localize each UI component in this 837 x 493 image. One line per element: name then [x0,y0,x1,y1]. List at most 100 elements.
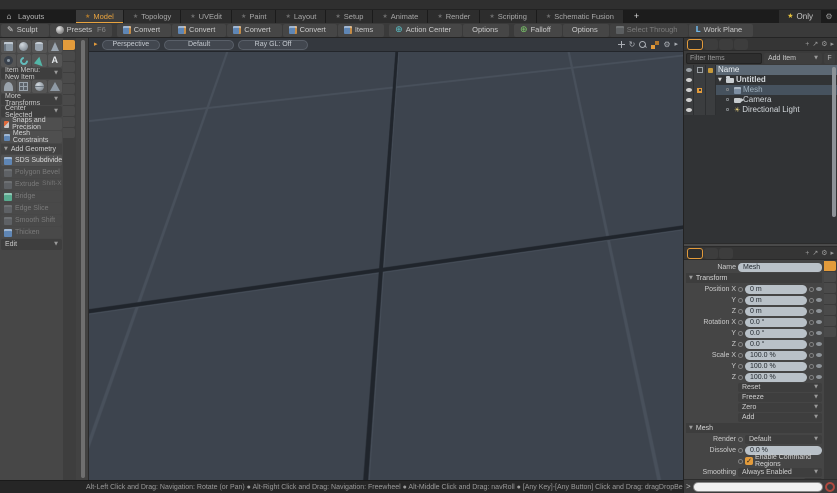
channel-eye-icon[interactable] [816,320,822,324]
more-transforms-dropdown[interactable]: More Transforms [1,94,62,105]
scene-tab[interactable] [704,39,718,50]
name-field[interactable]: Mesh [738,263,822,272]
toolbar-button[interactable]: Falloff [514,24,562,37]
properties-side-tab[interactable] [824,261,836,271]
primitive-button[interactable] [1,80,16,93]
transform-action-dropdown[interactable]: Reset [738,383,822,392]
channel-reset-dot[interactable] [738,331,743,336]
toolbar-button[interactable]: Presets F6 [50,24,112,37]
channel-reset-dot[interactable] [738,342,743,347]
item-row[interactable]: Camera [684,95,837,105]
primitive-button[interactable] [1,54,16,67]
toolbar-button[interactable]: Options [463,24,509,37]
sidebar-tab[interactable] [63,62,75,72]
expander-icon[interactable] [726,108,732,113]
toolbar-button[interactable]: Work Plane [689,24,753,37]
transform-value-field[interactable]: 0 m [745,296,807,305]
transform-action-dropdown[interactable]: Add [738,413,822,422]
mesh-section-header[interactable]: Mesh [686,423,822,433]
channel-reset-dot[interactable] [738,309,743,314]
transform-value-field[interactable]: 0.0 ° [745,318,807,327]
properties-tab[interactable] [687,248,703,259]
eye-icon[interactable] [686,88,692,92]
layout-tab[interactable]: ★ Topology [124,10,181,23]
primitive-button[interactable] [32,40,47,53]
sidebar-tab[interactable] [63,95,75,105]
sidebar-scrollbar[interactable] [76,38,88,480]
properties-side-tab[interactable] [824,316,836,326]
primitive-button[interactable] [1,40,16,53]
transform-action-dropdown[interactable]: Freeze [738,393,822,402]
add-layout-tab-button[interactable]: + [624,12,649,21]
toolbar-button[interactable]: Convert [172,24,226,37]
properties-side-tab[interactable] [824,272,836,282]
sidebar-tab[interactable] [63,128,75,138]
layer-cell[interactable] [694,85,706,95]
transform-value-field[interactable]: 0 m [745,285,807,294]
lock-cell[interactable] [706,95,716,105]
geometry-tool-button[interactable]: SDS Subdivide 2X [1,155,62,166]
layouts-label[interactable]: Layouts [18,13,76,21]
expander-icon[interactable] [726,88,732,93]
visibility-cell[interactable] [684,95,694,105]
viewport-settings-gear-icon[interactable]: ⚙ [663,41,670,49]
sidebar-tab[interactable] [63,84,75,94]
item-row[interactable]: Mesh [684,85,837,95]
sidebar-tab[interactable] [63,73,75,83]
item-name-cell[interactable]: Directional Light [716,105,837,115]
zoom-icon[interactable] [639,41,647,49]
gear-icon[interactable]: ⚙ [821,13,837,21]
channel-eye-icon[interactable] [816,298,822,302]
pan-icon[interactable] [618,41,625,48]
filter-items-input[interactable]: Filter Items [686,53,762,64]
channel-reset-dot[interactable] [738,364,743,369]
toolbar-button[interactable]: Sculpt [1,24,49,37]
panel-arrow-icon[interactable]: ▸ [830,250,834,257]
transform-action-dropdown[interactable]: Zero [738,403,822,412]
sidebar-tab[interactable] [63,51,75,61]
item-name-cell[interactable]: Camera [716,95,837,105]
item-name-cell[interactable]: Mesh [716,85,837,95]
command-history-button[interactable] [825,482,835,492]
channel-eye-icon[interactable] [816,287,822,291]
primitive-button[interactable] [17,54,32,67]
toolbar-button[interactable]: Select Through [610,24,689,37]
toolbar-button[interactable]: Options [563,24,609,37]
add-geometry-header[interactable]: Add Geometry [1,144,62,154]
add-item-dropdown[interactable]: Add Item [764,53,822,64]
add-tab-button[interactable]: + [805,250,809,257]
channel-reset-dot[interactable] [738,437,743,442]
smoothing-dropdown[interactable]: Always Enabled [738,468,822,477]
eye-icon[interactable] [686,98,692,102]
add-tab-button[interactable]: + [805,41,809,48]
maximize-viewport-icon[interactable] [651,41,659,49]
expander-icon[interactable]: ▼ [718,78,724,83]
eye-icon[interactable] [686,108,692,112]
transform-value-field[interactable]: 100.0 % [745,362,807,371]
layout-tab[interactable]: ★ Render [428,10,480,23]
properties-tab[interactable] [719,248,733,259]
layout-tab[interactable]: ★ Animate [373,10,428,23]
panel-arrow-icon[interactable]: ▸ [830,41,834,48]
gl-canvas[interactable]: ↻ x y [89,52,683,480]
channel-reset-dot[interactable] [738,448,743,453]
sidebar-tab[interactable] [63,117,75,127]
channel-state-dot[interactable] [809,331,814,336]
channel-eye-icon[interactable] [816,375,822,379]
channel-state-dot[interactable] [809,375,814,380]
geometry-tool-button[interactable]: Smooth Shift [1,215,62,226]
transform-value-field[interactable]: 0.0 ° [745,340,807,349]
center-selected-dropdown[interactable]: Center Selected [1,106,62,117]
geometry-tool-button[interactable]: Bridge [1,191,62,202]
channel-reset-dot[interactable] [738,287,743,292]
filter-preset-button[interactable]: F [824,53,835,64]
sidebar-tab[interactable] [63,40,75,50]
transform-value-field[interactable]: 0.0 ° [745,329,807,338]
layout-tab[interactable]: ★ Model [76,10,124,23]
command-input[interactable] [693,482,823,492]
geometry-tool-button[interactable]: Polygon Bevel Shift-B [1,167,62,178]
channel-reset-dot[interactable] [738,459,743,464]
toolbar-button[interactable]: Convert [227,24,281,37]
transform-value-field[interactable]: 100.0 % [745,351,807,360]
visibility-cell[interactable] [684,75,694,85]
